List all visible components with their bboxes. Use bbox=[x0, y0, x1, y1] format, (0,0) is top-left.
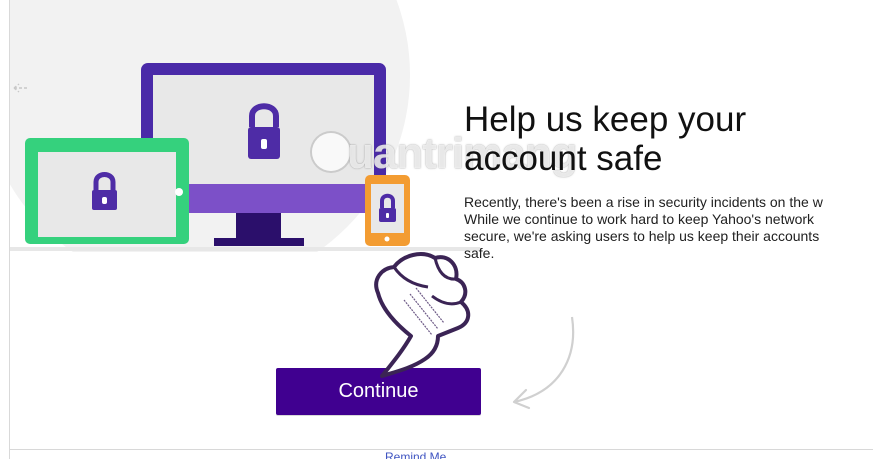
curved-arrow-icon bbox=[512, 316, 575, 410]
remind-me-link[interactable]: Remind Me bbox=[385, 451, 446, 459]
footer-divider bbox=[10, 449, 873, 450]
security-description: Recently, there's been a rise in securit… bbox=[464, 194, 873, 262]
description-line: Recently, there's been a rise in securit… bbox=[464, 194, 823, 210]
phone-home-button bbox=[384, 236, 390, 242]
account-security-page: uantrimang Help us keep your account saf… bbox=[0, 0, 873, 459]
monitor-neck bbox=[236, 213, 281, 238]
description-line: While we continue to work hard to keep Y… bbox=[464, 211, 815, 227]
monitor-stand bbox=[214, 238, 304, 246]
left-window-border bbox=[0, 0, 10, 459]
pointing-hand-icon bbox=[374, 252, 471, 378]
secure-devices-illustration bbox=[25, 63, 410, 246]
description-line: secure, we're asking users to help us ke… bbox=[464, 228, 820, 244]
description-line: safe. bbox=[464, 245, 495, 261]
tablet-home-button bbox=[175, 188, 183, 196]
page-title: Help us keep your account safe bbox=[464, 100, 747, 178]
